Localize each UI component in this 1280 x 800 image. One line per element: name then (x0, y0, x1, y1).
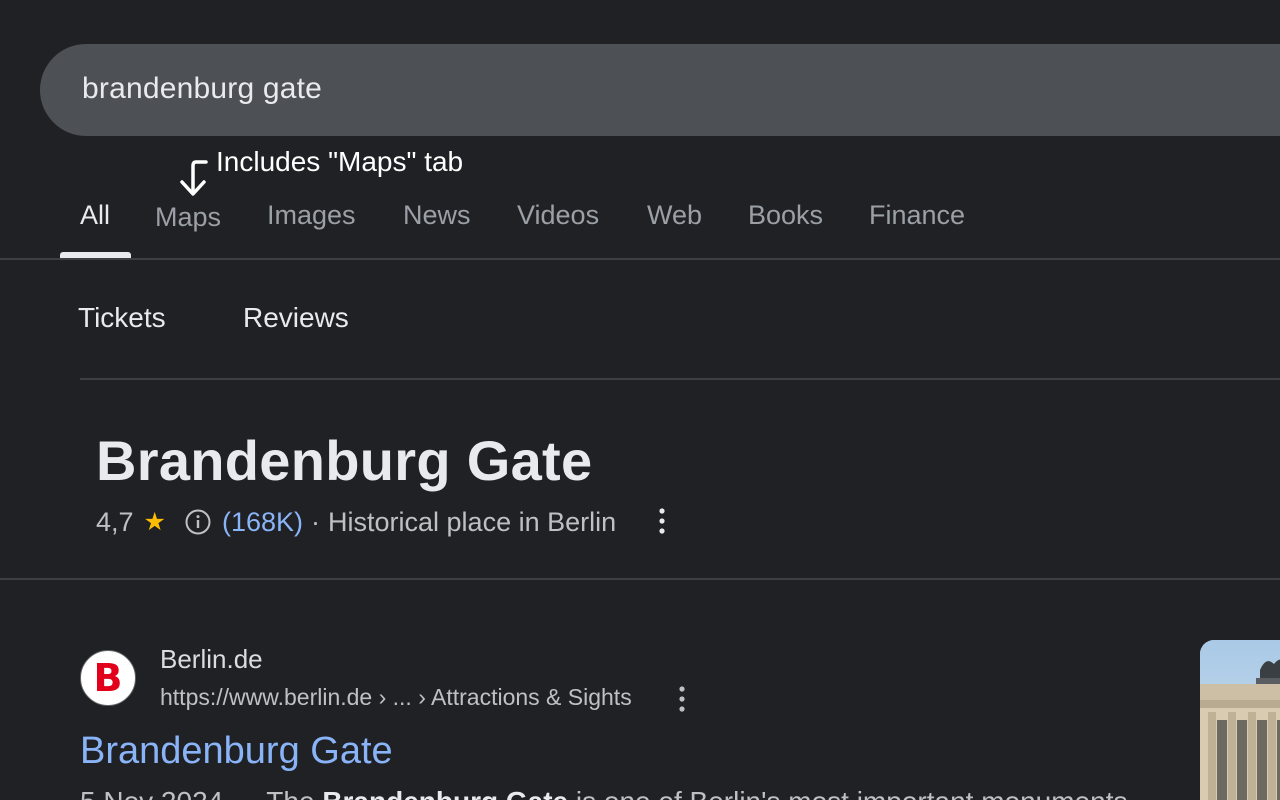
result-snippet: 5 Nov 2024 — The Brandenburg Gate is one… (80, 786, 1127, 800)
annotation-label: Includes "Maps" tab (216, 146, 464, 177)
result-more-vert-icon[interactable] (672, 684, 692, 714)
review-count-link[interactable]: (168K) (222, 507, 303, 538)
result-url[interactable]: https://www.berlin.de › ... › Attraction… (160, 684, 632, 711)
result-thumbnail-image[interactable] (1200, 640, 1280, 800)
snippet-pre: The (266, 786, 322, 800)
snippet-dash: — (231, 786, 259, 800)
tab-images[interactable]: Images (267, 200, 356, 231)
tab-books[interactable]: Books (748, 200, 823, 231)
info-icon[interactable] (184, 508, 212, 536)
result-title-link[interactable]: Brandenburg Gate (80, 730, 393, 773)
chip-reviews[interactable]: Reviews (243, 302, 349, 334)
search-bar[interactable]: brandenburg gate (40, 44, 1280, 136)
search-results-page: brandenburg gate Includes "Maps" tab All… (0, 0, 1280, 800)
knowledge-title: Brandenburg Gate (96, 429, 593, 492)
search-tabs: All Maps Images News Videos Web Books Fi… (0, 190, 1280, 260)
tab-finance[interactable]: Finance (869, 200, 965, 231)
more-vert-icon[interactable] (652, 506, 672, 536)
knowledge-divider (0, 578, 1280, 580)
site-favicon[interactable]: B (80, 650, 136, 706)
star-icon: ★ (143, 508, 166, 536)
chip-tickets[interactable]: Tickets (78, 302, 166, 334)
search-input[interactable]: brandenburg gate (82, 72, 322, 106)
favicon-letter: B (93, 656, 123, 700)
meta-separator: · (311, 506, 321, 537)
chips-divider (80, 378, 1280, 380)
snippet-date: 5 Nov 2024 (80, 786, 223, 800)
snippet-post: is one of Berlin's most important monume… (568, 786, 1128, 800)
result-site-name[interactable]: Berlin.de (160, 644, 263, 675)
rating-value: 4,7 (96, 506, 134, 537)
place-category: Historical place in Berlin (328, 506, 617, 537)
tabs-divider (0, 258, 1280, 260)
tab-all[interactable]: All (80, 200, 110, 231)
tab-maps[interactable]: Maps (155, 202, 221, 233)
snippet-bold: Brandenburg Gate (322, 786, 568, 800)
knowledge-meta: 4,7 ★ (168K) · Historical place in Berli… (96, 504, 616, 540)
tab-web[interactable]: Web (647, 200, 702, 231)
tab-news[interactable]: News (403, 200, 471, 231)
tab-videos[interactable]: Videos (517, 200, 599, 231)
